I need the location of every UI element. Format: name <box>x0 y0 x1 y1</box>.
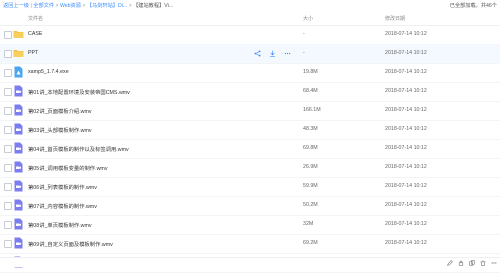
file-size: - <box>303 31 305 37</box>
file-size: - <box>303 50 305 56</box>
file-size: 68.4M <box>303 88 318 94</box>
video-icon <box>13 218 24 230</box>
breadcrumb-item-web[interactable]: Web资源 <box>60 2 81 9</box>
file-row[interactable]: 第01讲_本地配置环境及安装帝国CMS.wmv 68.4M 2018-07-14 1… <box>0 82 500 102</box>
row-checkbox[interactable] <box>4 50 12 58</box>
file-date: 2018-07-14 10:12 <box>385 145 427 151</box>
video-icon <box>13 161 24 173</box>
file-date: 2018-07-14 10:12 <box>385 31 427 37</box>
bottom-toolbar <box>0 257 500 267</box>
exe-icon <box>13 66 24 78</box>
row-checkbox[interactable] <box>4 145 12 153</box>
file-date: 2018-07-14 10:12 <box>385 88 427 94</box>
file-row[interactable]: 第02讲_页面模板介绍.wmv 166.1M 2018-07-14 10:12 <box>0 101 500 121</box>
row-checkbox[interactable] <box>4 31 12 39</box>
file-name[interactable]: 第05讲_调用模板变量的制作.wmv <box>28 164 107 172</box>
breadcrumb-item-all-files[interactable]: 全部文件 <box>33 2 54 9</box>
back-link[interactable]: 返回上一级 <box>3 2 29 9</box>
file-row[interactable]: 第08讲_单页模板制作.wmv 32M 2018-07-14 10:12 <box>0 215 500 235</box>
more-icon[interactable] <box>490 259 497 266</box>
video-icon <box>13 237 24 249</box>
file-size: 59.9M <box>303 183 318 189</box>
column-header-name[interactable]: 文件名 <box>28 15 43 22</box>
folder-icon <box>13 47 24 59</box>
file-name[interactable]: 第07讲_内容模板的制作.wmv <box>28 202 97 210</box>
video-icon <box>13 142 24 154</box>
loaded-count: 已全部加载，共46个 <box>449 3 497 9</box>
row-checkbox[interactable] <box>4 107 12 115</box>
file-name[interactable]: 第02讲_页面模板介绍.wmv <box>28 107 92 115</box>
breadcrumb-separator: > <box>82 2 86 9</box>
row-checkbox[interactable] <box>4 69 12 77</box>
column-header-date[interactable]: 修改日期 <box>385 15 405 22</box>
breadcrumb-bar: 返回上一级 | 全部文件 > Web资源 > 【马剑轩站】Di... > 【建站… <box>0 0 500 11</box>
video-icon <box>13 199 24 211</box>
file-date: 2018-07-14 10:12 <box>385 126 427 132</box>
file-name[interactable]: 第03讲_头部模板制作.wmv <box>28 126 92 134</box>
file-row[interactable]: PPT - 2018-07-14 10:12 <box>0 44 500 64</box>
file-date: 2018-07-14 10:12 <box>385 202 427 208</box>
row-checkbox[interactable] <box>4 240 12 248</box>
video-icon <box>13 104 24 116</box>
file-size: 166.1M <box>303 107 321 113</box>
file-name[interactable]: 第01讲_本地配置环境及安装帝国CMS.wmv <box>28 88 130 96</box>
row-checkbox[interactable] <box>4 221 12 229</box>
file-row[interactable]: 第06讲_列表模板的制作.wmv 59.9M 2018-07-14 10:12 <box>0 177 500 197</box>
file-size: 32M <box>303 221 314 227</box>
copy-icon[interactable] <box>468 259 475 266</box>
file-name[interactable]: 第08讲_单页模板制作.wmv <box>28 221 92 229</box>
breadcrumb: 返回上一级 | 全部文件 > Web资源 > 【马剑轩站】Di... > 【建站… <box>3 2 174 10</box>
file-name[interactable]: CASE <box>28 31 42 37</box>
edit-icon[interactable] <box>446 259 453 266</box>
breadcrumb-separator: | <box>30 2 32 9</box>
breadcrumb-separator: > <box>128 2 132 9</box>
file-name[interactable]: PPT <box>28 50 38 56</box>
file-date: 2018-07-14 10:12 <box>385 69 427 75</box>
file-date: 2018-07-14 10:12 <box>385 240 427 246</box>
file-size: 50.2M <box>303 202 318 208</box>
column-header-size[interactable]: 大小 <box>303 15 313 22</box>
video-icon <box>13 180 24 192</box>
row-checkbox[interactable] <box>4 183 12 191</box>
file-size: 48.3M <box>303 126 318 132</box>
row-checkbox[interactable] <box>4 126 12 134</box>
file-date: 2018-07-14 10:12 <box>385 183 427 189</box>
file-size: 26.9M <box>303 164 318 170</box>
file-name[interactable]: 第04讲_首页模板的制作以及标签调用.wmv <box>28 145 129 153</box>
file-size: 19.8M <box>303 69 318 75</box>
file-size: 69.2M <box>303 240 318 246</box>
breadcrumb-current: 【建站教程】Vi... <box>133 3 174 9</box>
file-date: 2018-07-14 10:12 <box>385 50 427 56</box>
file-name[interactable]: xamp5_1.7.4.exe <box>28 69 69 75</box>
video-icon <box>13 85 24 97</box>
file-row[interactable]: 第05讲_调用模板变量的制作.wmv 26.9M 2018-07-14 10:12 <box>0 158 500 178</box>
file-row[interactable]: 第04讲_首页模板的制作以及标签调用.wmv 69.8M 2018-07-14 10… <box>0 139 500 159</box>
file-row[interactable]: 第07讲_内容模板的制作.wmv 50.2M 2018-07-14 10:12 <box>0 196 500 216</box>
breadcrumb-item-folder[interactable]: 【马剑轩站】Di... <box>87 2 127 9</box>
file-list-header: 文件名 大小 修改日期 <box>0 11 500 26</box>
folder-icon <box>13 28 24 40</box>
row-actions <box>253 49 292 58</box>
lock-icon[interactable] <box>457 259 464 266</box>
row-checkbox[interactable] <box>4 88 12 96</box>
file-row[interactable]: CASE - 2018-07-14 10:12 <box>0 25 500 45</box>
video-icon <box>13 123 24 135</box>
breadcrumb-separator: > <box>55 2 59 9</box>
more-icon[interactable] <box>283 49 292 58</box>
file-size: 69.8M <box>303 145 318 151</box>
row-checkbox[interactable] <box>4 164 12 172</box>
trash-icon[interactable] <box>479 259 486 266</box>
file-row[interactable]: 第03讲_头部模板制作.wmv 48.3M 2018-07-14 10:12 <box>0 120 500 140</box>
file-name[interactable]: 第09讲_自定义页面及模板制作.wmv <box>28 240 113 248</box>
file-date: 2018-07-14 10:12 <box>385 164 427 170</box>
download-icon[interactable] <box>268 49 277 58</box>
file-date: 2018-07-14 10:12 <box>385 221 427 227</box>
file-row[interactable]: 第09讲_自定义页面及模板制作.wmv 69.2M 2018-07-14 10:12 <box>0 234 500 254</box>
file-row[interactable]: xamp5_1.7.4.exe 19.8M 2018-07-14 10:12 <box>0 63 500 83</box>
file-name[interactable]: 第06讲_列表模板的制作.wmv <box>28 183 97 191</box>
share-icon[interactable] <box>253 49 262 58</box>
file-date: 2018-07-14 10:12 <box>385 107 427 113</box>
row-checkbox[interactable] <box>4 202 12 210</box>
